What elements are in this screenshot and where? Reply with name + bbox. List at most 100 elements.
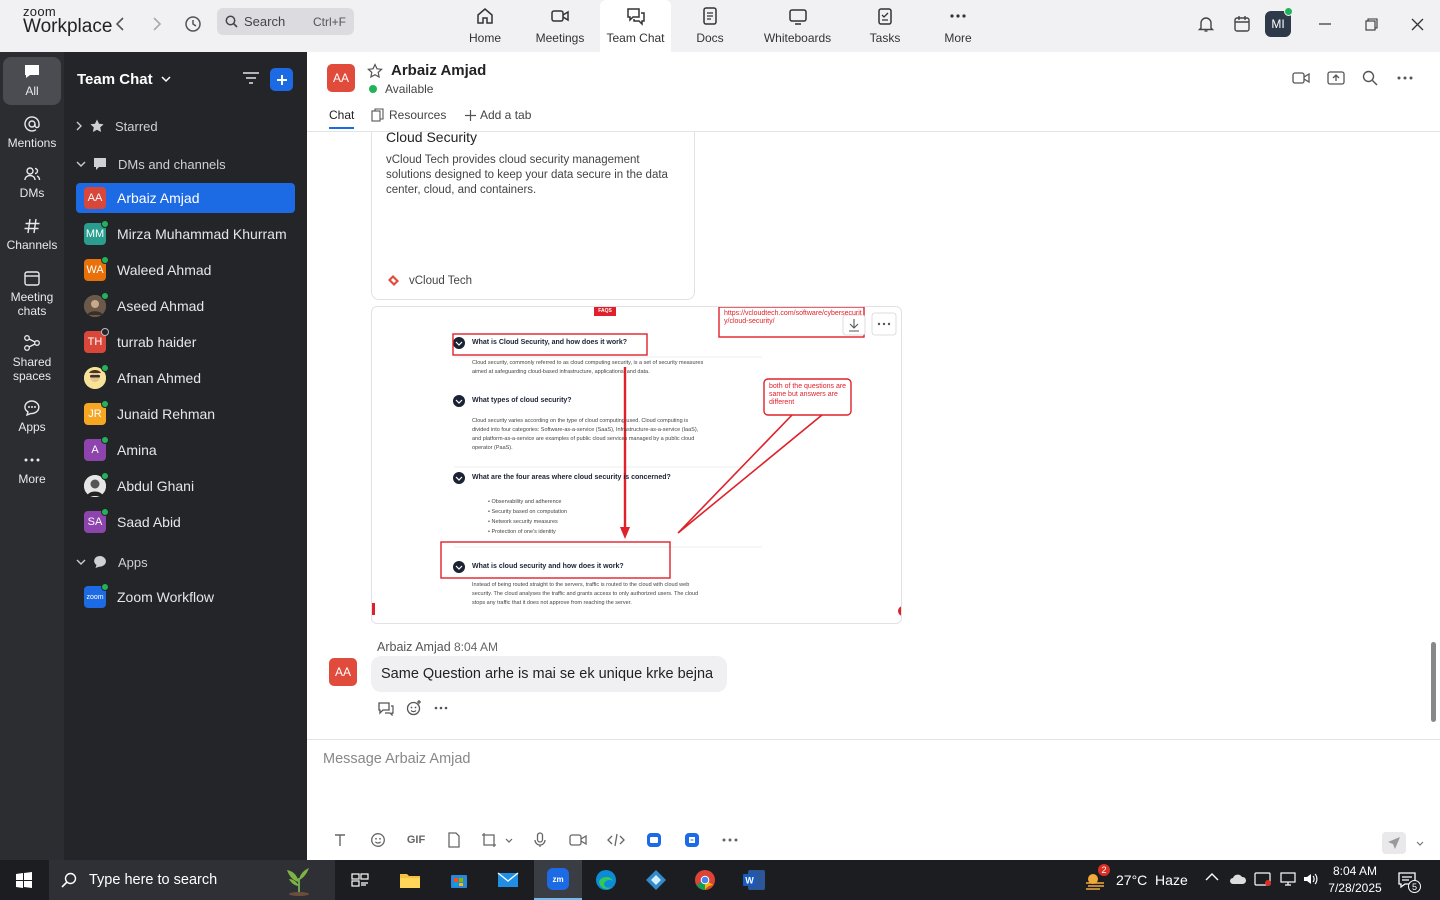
notifications-bell-icon[interactable] xyxy=(1192,10,1220,38)
more-options-icon[interactable] xyxy=(434,706,448,710)
history-icon[interactable] xyxy=(181,12,205,36)
image-attachment[interactable]: FAQS https://vcloudtech.com/software/cyb… xyxy=(371,306,902,624)
send-button[interactable] xyxy=(1382,832,1424,854)
reply-icon[interactable] xyxy=(377,701,394,716)
back-arrow-icon[interactable] xyxy=(108,12,132,36)
emoji-icon[interactable] xyxy=(359,832,397,848)
tab-resources[interactable]: Resources xyxy=(371,108,446,122)
video-call-icon[interactable] xyxy=(1292,70,1310,86)
security-icon[interactable] xyxy=(1254,871,1272,887)
message-avatar[interactable]: AA xyxy=(329,658,357,686)
zoom-taskbar-icon[interactable]: zm xyxy=(534,860,582,900)
sidebar-title[interactable]: Team Chat xyxy=(77,71,171,88)
onedrive-cloud-icon[interactable] xyxy=(1229,872,1247,886)
contact-item[interactable]: AA Arbaiz Amjad xyxy=(76,183,295,213)
close-icon[interactable] xyxy=(1405,12,1429,36)
rail-mentions[interactable]: Mentions xyxy=(3,109,61,159)
faq-bullet-text: Observability and adherence xyxy=(491,499,562,505)
calendar-icon[interactable] xyxy=(1228,10,1256,38)
windows-start-icon[interactable] xyxy=(0,860,48,900)
add-tab-button[interactable]: Add a tab xyxy=(465,108,531,122)
forward-arrow-icon[interactable] xyxy=(145,12,169,36)
message-bubble[interactable]: Same Question arhe is mai se ek unique k… xyxy=(371,656,728,692)
contact-item[interactable]: A Amina xyxy=(76,435,295,465)
more-options-icon[interactable] xyxy=(1397,76,1413,80)
code-snippet-icon[interactable] xyxy=(597,833,635,847)
message-composer[interactable]: Message Arbaiz Amjad GIF xyxy=(307,739,1440,860)
screenshot-icon[interactable] xyxy=(473,832,521,848)
text-format-icon[interactable] xyxy=(321,833,359,847)
chrome-icon[interactable] xyxy=(681,860,729,900)
network-icon[interactable] xyxy=(1279,871,1297,887)
contact-item[interactable]: SA Saad Abid xyxy=(76,507,295,537)
more-tools-icon[interactable] xyxy=(711,838,749,842)
file-explorer-icon[interactable] xyxy=(386,860,434,900)
filter-icon[interactable] xyxy=(242,70,260,86)
rail-more[interactable]: More xyxy=(3,445,61,497)
system-clock[interactable]: 8:04 AM 7/28/2025 xyxy=(1326,863,1384,897)
link-preview-site: vCloud Tech xyxy=(386,273,472,288)
tab-home[interactable]: Home xyxy=(462,0,508,52)
contact-item[interactable]: Aseed Ahmad xyxy=(76,291,295,321)
tab-resources-label: Resources xyxy=(389,108,447,122)
rail-shared-spaces[interactable]: Shared spaces xyxy=(3,328,61,393)
tab-tasks[interactable]: Tasks xyxy=(865,0,905,52)
search-input[interactable]: Search Ctrl+F xyxy=(217,8,354,35)
contact-item[interactable]: Abdul Ghani xyxy=(76,471,295,501)
video-message-icon[interactable] xyxy=(559,833,597,847)
tab-more[interactable]: More xyxy=(938,0,978,52)
logo-bottom-text: Workplace xyxy=(23,16,113,37)
tab-meetings[interactable]: Meetings xyxy=(530,0,590,52)
rail-apps[interactable]: Apps xyxy=(3,393,61,445)
chat-scrollbar[interactable] xyxy=(1431,642,1436,722)
sidebar-title-text: Team Chat xyxy=(77,71,153,88)
microsoft-store-icon[interactable] xyxy=(435,860,483,900)
more-dots-icon xyxy=(950,14,966,18)
message-sender[interactable]: Arbaiz Amjad xyxy=(377,640,451,654)
link-preview-card[interactable]: Cloud Security vCloud Tech provides clou… xyxy=(371,129,695,300)
rail-all[interactable]: All xyxy=(3,57,61,105)
contact-item[interactable]: TH turrab haider xyxy=(76,327,295,357)
tab-docs[interactable]: Docs xyxy=(690,0,730,52)
section-apps[interactable]: Apps xyxy=(76,554,148,570)
edge-browser-icon[interactable] xyxy=(582,860,630,900)
search-icon[interactable] xyxy=(1362,70,1378,86)
weather-widget[interactable]: 2 27°C Haze xyxy=(1084,860,1188,900)
section-starred[interactable]: Starred xyxy=(76,118,158,134)
chat-title[interactable]: Arbaiz Amjad xyxy=(391,62,486,79)
rail-channels[interactable]: Channels xyxy=(3,211,61,263)
app-item[interactable]: zoom Zoom Workflow xyxy=(76,582,295,612)
taskbar-search-input[interactable]: Type here to search xyxy=(49,860,335,900)
tab-chat[interactable]: Chat xyxy=(329,108,355,129)
app-diamond-icon[interactable] xyxy=(632,860,680,900)
zoom-app-icon[interactable] xyxy=(635,832,673,848)
attach-file-icon[interactable] xyxy=(435,832,473,848)
contact-item[interactable]: WA Waleed Ahmad xyxy=(76,255,295,285)
contact-item[interactable]: MM Mirza Muhammad Khurram xyxy=(76,219,295,249)
section-dms-channels[interactable]: DMs and channels xyxy=(76,156,226,172)
contact-item[interactable]: Afnan Ahmed xyxy=(76,363,295,393)
tab-whiteboards[interactable]: Whiteboards xyxy=(760,0,835,52)
rail-dms[interactable]: DMs xyxy=(3,159,61,211)
volume-icon[interactable] xyxy=(1302,871,1320,887)
gif-button[interactable]: GIF xyxy=(397,834,435,846)
profile-avatar[interactable]: MI xyxy=(1264,7,1293,38)
word-icon[interactable]: W xyxy=(730,860,778,900)
maximize-icon[interactable] xyxy=(1359,12,1383,36)
contact-item[interactable]: JR Junaid Rehman xyxy=(76,399,295,429)
new-chat-button[interactable] xyxy=(270,68,293,91)
star-icon[interactable] xyxy=(367,63,383,79)
mail-icon[interactable] xyxy=(484,860,532,900)
share-screen-icon[interactable] xyxy=(1327,70,1345,86)
message-input-placeholder[interactable]: Message Arbaiz Amjad xyxy=(323,751,471,767)
add-reaction-icon[interactable] xyxy=(406,700,422,716)
avatar-initials: MM xyxy=(85,228,105,240)
microphone-icon[interactable] xyxy=(521,832,559,848)
minimize-icon[interactable] xyxy=(1313,12,1337,36)
notification-center-icon[interactable]: 5 xyxy=(1397,870,1421,893)
tab-team-chat[interactable]: Team Chat xyxy=(600,0,671,52)
zoom-docs-icon[interactable] xyxy=(673,832,711,848)
show-hidden-icons-chevron-icon[interactable] xyxy=(1205,872,1219,882)
rail-meeting-chats[interactable]: Meeting chats xyxy=(3,263,61,328)
task-view-icon[interactable] xyxy=(336,860,384,900)
